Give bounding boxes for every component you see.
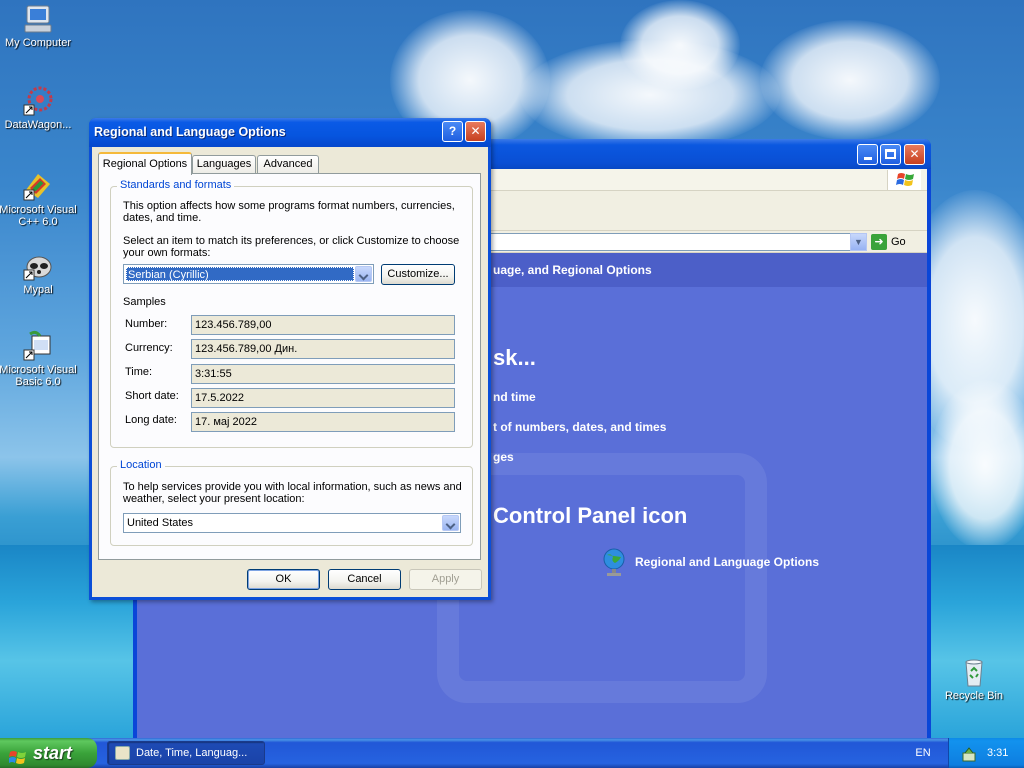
desktop-icon-label: Microsoft Visual C++ 6.0: [0, 204, 77, 228]
format-select[interactable]: Serbian (Cyrillic): [123, 264, 374, 284]
chevron-down-icon[interactable]: [355, 266, 372, 282]
control-panel-icon-heading: Control Panel icon: [493, 503, 688, 528]
sample-label-number: Number:: [125, 318, 168, 330]
computer-icon: [22, 3, 54, 35]
desktop-icon-mypal[interactable]: Mypal: [0, 250, 78, 296]
go-button[interactable]: ➜ Go: [871, 234, 921, 250]
regional-options-item-label: Regional and Language Options: [635, 555, 820, 569]
system-tray: 3:31: [948, 738, 1024, 768]
close-icon: ✕: [909, 147, 920, 161]
go-label: Go: [891, 236, 906, 248]
sample-label-time: Time:: [125, 366, 153, 378]
address-dropdown-button[interactable]: ▼: [850, 233, 867, 251]
dialog-body: Regional Options Languages Advanced Stan…: [92, 147, 488, 597]
desktop-icon-label: My Computer: [4, 37, 72, 49]
sample-value-currency: 123.456.789,00 Дин.: [191, 339, 455, 359]
desktop-icon-my-computer[interactable]: My Computer: [0, 3, 78, 49]
standards-formats-group: Standards and formats This option affect…: [110, 179, 473, 448]
location-select-value: United States: [127, 517, 194, 529]
network-icon[interactable]: [961, 745, 977, 762]
desktop-icon-label: Microsoft Visual Basic 6.0: [0, 364, 77, 388]
minimize-button[interactable]: [857, 144, 878, 165]
control-panel-icon: [115, 746, 130, 760]
location-select[interactable]: United States: [123, 513, 461, 533]
help-icon: ?: [448, 124, 457, 138]
desktop-icon-label: Recycle Bin: [944, 690, 1004, 702]
dialog-title: Regional and Language Options: [94, 125, 286, 139]
format-select-value: Serbian (Cyrillic): [126, 267, 354, 281]
sample-label-currency: Currency:: [125, 342, 173, 354]
apply-button[interactable]: Apply: [409, 569, 482, 590]
visual-basic-icon: [22, 330, 54, 362]
sample-value-short-date: 17.5.2022: [191, 388, 455, 408]
mypal-raccoon-icon: [22, 250, 54, 282]
taskbar: start Date, Time, Languag... EN 3:31: [0, 738, 1024, 768]
cloud: [760, 20, 940, 140]
datawagon-icon: [22, 85, 54, 117]
sample-value-long-date: 17. мај 2022: [191, 412, 455, 432]
globe-icon: [601, 547, 627, 577]
task-link[interactable]: t of numbers, dates, and times: [493, 420, 666, 434]
dialog-close-button[interactable]: ✕: [465, 121, 486, 142]
go-arrow-icon: ➜: [871, 234, 887, 250]
desktop-icon-label: DataWagon...: [4, 119, 72, 131]
help-button[interactable]: ?: [442, 121, 463, 142]
windows-flag-icon: [9, 745, 27, 764]
sample-label-long-date: Long date:: [125, 414, 177, 426]
language-indicator[interactable]: EN: [908, 738, 938, 768]
cloud: [620, 0, 740, 90]
standards-description: This option affects how some programs fo…: [123, 200, 455, 224]
cancel-button[interactable]: Cancel: [328, 569, 401, 590]
dialog-titlebar[interactable]: Regional and Language Options ? ✕: [89, 118, 491, 147]
sample-label-short-date: Short date:: [125, 390, 179, 402]
desktop-icon-visual-cpp[interactable]: Microsoft Visual C++ 6.0: [0, 170, 78, 228]
start-label: start: [33, 743, 73, 763]
ok-button[interactable]: OK: [247, 569, 320, 590]
regional-language-dialog[interactable]: Regional and Language Options ? ✕ Region…: [89, 118, 491, 600]
tab-advanced[interactable]: Advanced: [257, 155, 319, 174]
close-button[interactable]: ✕: [904, 144, 925, 165]
customize-button[interactable]: Customize...: [381, 264, 455, 285]
clock[interactable]: 3:31: [987, 738, 1008, 768]
windows-logo-icon: [887, 170, 921, 190]
minimize-icon: [864, 157, 872, 160]
desktop-icon-visual-basic[interactable]: Microsoft Visual Basic 6.0: [0, 330, 78, 388]
location-group: Location To help services provide you wi…: [110, 459, 473, 546]
close-icon: ✕: [470, 124, 481, 138]
chevron-down-icon[interactable]: [442, 515, 459, 531]
chevron-down-icon: ▼: [854, 237, 863, 247]
maximize-icon: [885, 149, 896, 159]
task-link[interactable]: nd time: [493, 390, 536, 404]
regional-options-panel: Standards and formats This option affect…: [98, 173, 481, 560]
sample-value-number: 123.456.789,00: [191, 315, 455, 335]
standards-instruction: Select an item to match its preferences,…: [123, 235, 460, 259]
location-description: To help services provide you with local …: [123, 481, 462, 505]
start-button[interactable]: start: [0, 738, 97, 768]
taskbar-item-label: Date, Time, Languag...: [136, 747, 248, 759]
taskbar-item-date-time[interactable]: Date, Time, Languag...: [107, 741, 265, 765]
task-link[interactable]: ges: [493, 450, 514, 464]
maximize-button[interactable]: [880, 144, 901, 165]
pick-task-heading: sk...: [493, 345, 536, 370]
recycle-bin-icon: [958, 656, 990, 688]
desktop-icon-datawagon[interactable]: DataWagon...: [0, 85, 78, 131]
sample-value-time: 3:31:55: [191, 364, 455, 384]
visual-cpp-icon: [22, 170, 54, 202]
desktop-icon-label: Mypal: [23, 284, 53, 296]
standards-formats-title: Standards and formats: [117, 179, 235, 191]
tab-regional-options[interactable]: Regional Options: [98, 152, 192, 175]
samples-heading: Samples: [123, 296, 166, 308]
desktop-icon-recycle-bin[interactable]: Recycle Bin: [934, 656, 1014, 702]
location-title: Location: [117, 459, 165, 471]
tab-languages[interactable]: Languages: [192, 155, 256, 174]
